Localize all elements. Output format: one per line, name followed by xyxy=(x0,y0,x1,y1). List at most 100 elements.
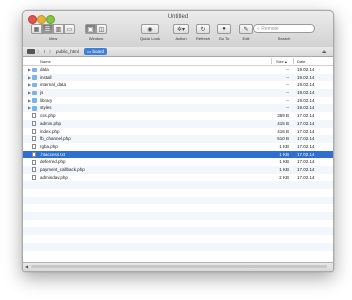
file-name: internal_data xyxy=(40,82,67,88)
file-date: 17.02.14 xyxy=(297,113,315,119)
dual-pane-button[interactable]: ◫ xyxy=(96,24,107,34)
empty-row xyxy=(23,212,333,220)
scroll-thumb[interactable] xyxy=(31,265,327,268)
scroll-left-icon[interactable]: ◀ xyxy=(25,263,28,271)
document-icon xyxy=(32,136,36,142)
file-name: payment_callback.php xyxy=(40,166,85,172)
goto-label: Go To xyxy=(218,36,230,41)
table-row[interactable]: rgba.php 1 KB 17.02.14 xyxy=(23,143,333,151)
finder-window: Untitled ▦ ☰ ▥ ▭ View ▣ ◫ Window ◉ Quick… xyxy=(22,10,334,272)
file-date: 19.02.14 xyxy=(297,74,315,80)
file-date: 17.02.14 xyxy=(297,159,315,165)
table-row[interactable]: ▶ data -- 19.02.14 xyxy=(23,66,333,74)
folder-icon xyxy=(32,98,37,103)
edit-button[interactable]: ✎ xyxy=(239,24,253,34)
column-size-header[interactable]: Size ▴ xyxy=(276,58,287,65)
gear-icon: ✲▾ xyxy=(176,26,186,33)
columns-icon: ▥ xyxy=(55,26,62,33)
column-date-header[interactable]: Date xyxy=(297,58,305,65)
column-size-label: Size xyxy=(276,59,284,64)
file-name: js xyxy=(40,90,44,96)
pencil-icon: ✎ xyxy=(243,26,249,33)
goto-button[interactable]: ● xyxy=(217,24,231,34)
file-size: -- xyxy=(286,97,289,103)
file-date: 17.02.14 xyxy=(297,166,315,172)
icon-view-button[interactable]: ▦ xyxy=(31,24,42,34)
file-size: -- xyxy=(286,105,289,111)
computer-icon[interactable] xyxy=(27,49,35,54)
table-row[interactable]: admindav.php 2 KB 17.02.14 xyxy=(23,174,333,182)
path-item-root[interactable]: / xyxy=(44,48,45,55)
column-view-button[interactable]: ▥ xyxy=(53,24,64,34)
file-date: 17.02.14 xyxy=(297,174,315,180)
file-name: library xyxy=(40,97,53,103)
table-row[interactable]: ▶ internal_data -- 19.02.14 xyxy=(23,81,333,89)
folder-icon xyxy=(32,75,37,80)
table-row[interactable]: deferred.php 1 KB 17.02.14 xyxy=(23,158,333,166)
table-row[interactable]: .htaccess.txt 1 KB 17.02.14 xyxy=(23,150,333,159)
table-row[interactable]: ▶ install -- 19.02.14 xyxy=(23,73,333,82)
search-input[interactable]: ⌕ Remote xyxy=(253,24,315,33)
file-date: 17.02.14 xyxy=(297,120,315,126)
grid-icon: ▦ xyxy=(33,26,40,33)
single-pane-button[interactable]: ▣ xyxy=(85,24,96,34)
refresh-button[interactable]: ↻ xyxy=(196,24,210,34)
title-bar: Untitled ▦ ☰ ▥ ▭ View ▣ ◫ Window ◉ Quick… xyxy=(23,11,333,48)
disclosure-triangle-icon[interactable]: ▶ xyxy=(28,89,31,97)
document-icon xyxy=(32,128,36,134)
table-row[interactable]: admin.php 415 B 17.02.14 xyxy=(23,119,333,128)
coverflow-view-button[interactable]: ▭ xyxy=(64,24,75,34)
path-chevron-icon: 〉 xyxy=(37,49,42,54)
column-divider xyxy=(293,58,294,64)
goto-icon: ● xyxy=(222,26,226,32)
empty-row xyxy=(23,227,333,236)
file-name: rgba.php xyxy=(40,143,58,149)
coverflow-icon: ▭ xyxy=(66,26,73,33)
table-row[interactable]: ▶ styles -- 19.02.14 xyxy=(23,104,333,113)
file-name: fb_channel.php xyxy=(40,136,71,142)
file-size: 510 B xyxy=(277,136,289,142)
horizontal-scrollbar[interactable]: ◀ xyxy=(23,262,333,271)
disclosure-triangle-icon[interactable]: ▶ xyxy=(28,97,31,105)
file-date: 17.02.14 xyxy=(297,143,315,149)
file-date: 19.02.14 xyxy=(297,82,315,88)
folder-icon xyxy=(32,90,37,96)
file-date: 17.02.14 xyxy=(297,128,315,134)
file-name: install xyxy=(40,74,52,80)
disclosure-triangle-icon[interactable]: ▶ xyxy=(28,81,31,89)
file-name: admindav.php xyxy=(40,174,68,180)
empty-row xyxy=(23,181,333,189)
file-size: 1 KB xyxy=(279,151,289,157)
disclosure-triangle-icon[interactable]: ▶ xyxy=(28,66,31,74)
file-size: -- xyxy=(286,90,289,96)
file-date: 19.02.14 xyxy=(297,97,315,103)
document-icon xyxy=(32,121,36,127)
table-row[interactable]: fb_channel.php 510 B 17.02.14 xyxy=(23,135,333,143)
file-size: -- xyxy=(286,67,289,72)
file-size: 1 KB xyxy=(279,143,289,149)
table-row[interactable]: payment_callback.php 1 KB 17.02.14 xyxy=(23,165,333,174)
quicklook-button[interactable]: ◉ xyxy=(141,24,159,34)
eject-icon[interactable]: ⏏ xyxy=(322,48,326,55)
path-bar: 〉 / 〉 public_html ▭ board ⏏ xyxy=(23,47,333,57)
path-item-public-html[interactable]: public_html xyxy=(56,48,79,55)
table-row[interactable]: css.php 359 B 17.02.14 xyxy=(23,112,333,120)
eye-icon: ◉ xyxy=(147,26,153,33)
list-view-button[interactable]: ☰ xyxy=(42,24,53,34)
column-name-header[interactable]: Name xyxy=(40,58,51,65)
document-icon xyxy=(32,159,36,165)
table-row[interactable]: ▶ js -- 19.02.14 xyxy=(23,89,333,97)
column-header: Name Size ▴ Date xyxy=(23,57,333,66)
empty-row xyxy=(23,189,333,197)
disclosure-triangle-icon[interactable]: ▶ xyxy=(28,104,31,112)
path-item-board[interactable]: ▭ board xyxy=(84,48,108,55)
disclosure-triangle-icon[interactable]: ▶ xyxy=(28,74,31,82)
file-date: 17.02.14 xyxy=(297,151,315,157)
folder-icon xyxy=(32,82,37,88)
action-button[interactable]: ✲▾ xyxy=(173,24,189,34)
table-row[interactable]: ▶ library -- 19.02.14 xyxy=(23,97,333,105)
table-row[interactable]: index.php 416 B 17.02.14 xyxy=(23,128,333,136)
empty-row xyxy=(23,251,333,259)
empty-row xyxy=(23,220,333,228)
empty-row xyxy=(23,196,333,205)
